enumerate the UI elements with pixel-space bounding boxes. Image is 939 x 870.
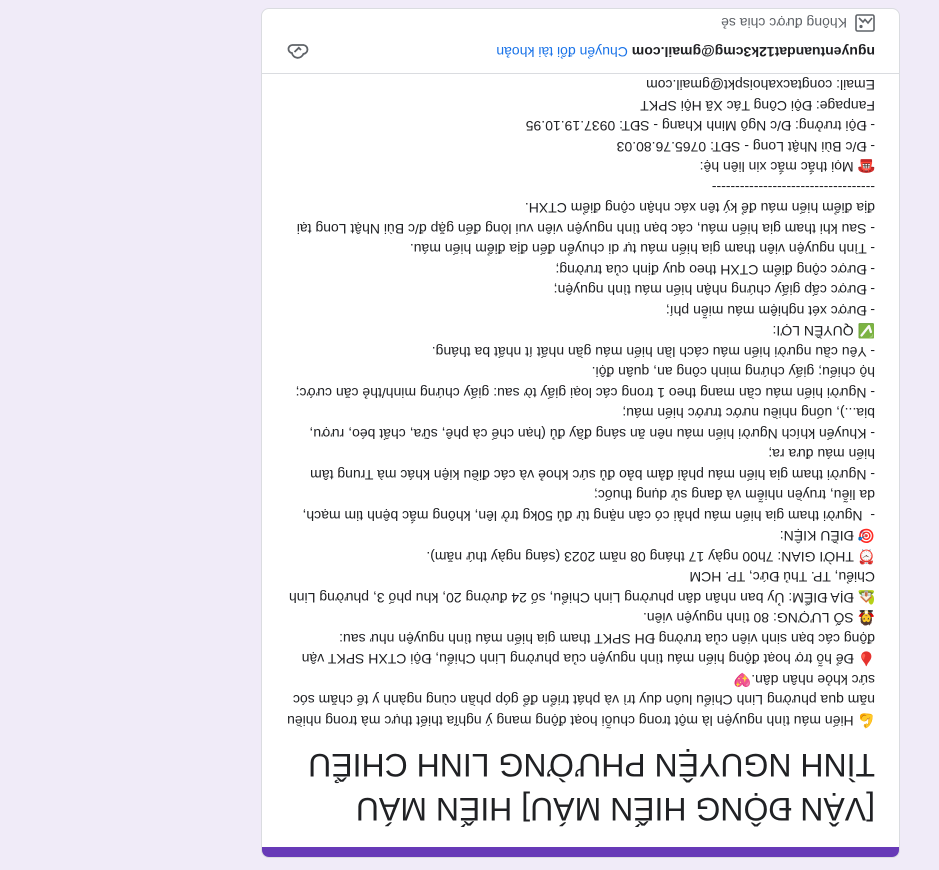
description-line: Fanpage: Đội Công Tác Xã Hội SPKT: [640, 98, 875, 114]
form-title: [VẬN ĐỘNG HIẾN MÁU] HIẾN MÁU TÌNH NGUYỆN…: [308, 747, 875, 827]
description-line: - Yêu cầu người hiến máu cách lần hiến m…: [431, 344, 875, 360]
switch-account-link[interactable]: Chuyển đổi tài khoản: [496, 44, 628, 60]
share-status: Không được chia sẻ: [721, 14, 875, 32]
description-line: - Được cấp giấy chứng nhận hiến máu tình…: [553, 282, 875, 299]
description-line: - Người hiến máu cần mang theo 1 trong c…: [291, 364, 875, 402]
description-line: - Được xét nghiệm máu miễn phí;: [665, 303, 875, 319]
accent-bar: [262, 847, 899, 857]
share-note: Không được chia sẻ: [721, 15, 847, 31]
account-email: nguyentuandat12k3cmg@gmail.com: [631, 44, 875, 60]
divider: [262, 73, 899, 74]
description-line: -----------------------------------: [711, 180, 875, 196]
description-line: - Người tham gia hiến máu phải có cân nặ…: [298, 487, 875, 525]
description-line: - Sau khi tham gia hiến máu, các bạn tìn…: [292, 200, 875, 238]
description-line: 🩸 Để hỗ trợ hoạt động hiến máu tình nguy…: [297, 631, 875, 668]
description-line: ⏰ THỜI GIAN: 7h00 ngày 17 tháng 08 năm 2…: [426, 549, 875, 565]
description-line: 🏡 ĐỊA ĐIỂM: Ủy ban nhân dân phường Linh …: [285, 569, 875, 607]
form-header-card: [VẬN ĐỘNG HIẾN MÁU] HIẾN MÁU TÌNH NGUYỆN…: [261, 8, 900, 858]
description-line: 🧛 SỐ LƯỢNG: 80 tình nguyện viên.: [642, 610, 875, 627]
description-line: - Tình nguyện viên tham gia hiến máu tự …: [409, 241, 875, 258]
description-line: - Người tham gia hiến máu phải đảm bảo đ…: [306, 446, 875, 484]
cloud-done-icon: [287, 44, 309, 59]
form-description: 💪 Hiến máu tình nguyện là một trong chuỗ…: [285, 75, 875, 731]
description-line: 💪 Hiến máu tình nguyện là một trong chuỗ…: [283, 672, 875, 729]
description-line: - Đội trưởng: Đ/c Ngô Minh Khang - SĐT: …: [525, 118, 875, 135]
description-line: Email: congtacxahoispkt@gmail.com: [646, 77, 875, 94]
image-off-icon: [855, 14, 875, 32]
description-line: ✅ QUYỀN LỢI:: [772, 323, 875, 340]
description-line: - Khuyến khích Người hiến máu nên ăn sán…: [305, 405, 875, 443]
account-row: nguyentuandat12k3cmg@gmail.comChuyển đổi…: [496, 44, 875, 60]
description-line: - Đ/c Bùi Nhật Long - SĐT: 0765.76.80.03: [616, 139, 875, 155]
description-line: - Được cộng điểm CTXH theo quy định của …: [555, 262, 875, 278]
description-line: 🎯 ĐIỀU KIỆN:: [779, 528, 875, 545]
description-line: ☎️ Mọi thắc mắc xin liên hệ:: [699, 159, 875, 176]
